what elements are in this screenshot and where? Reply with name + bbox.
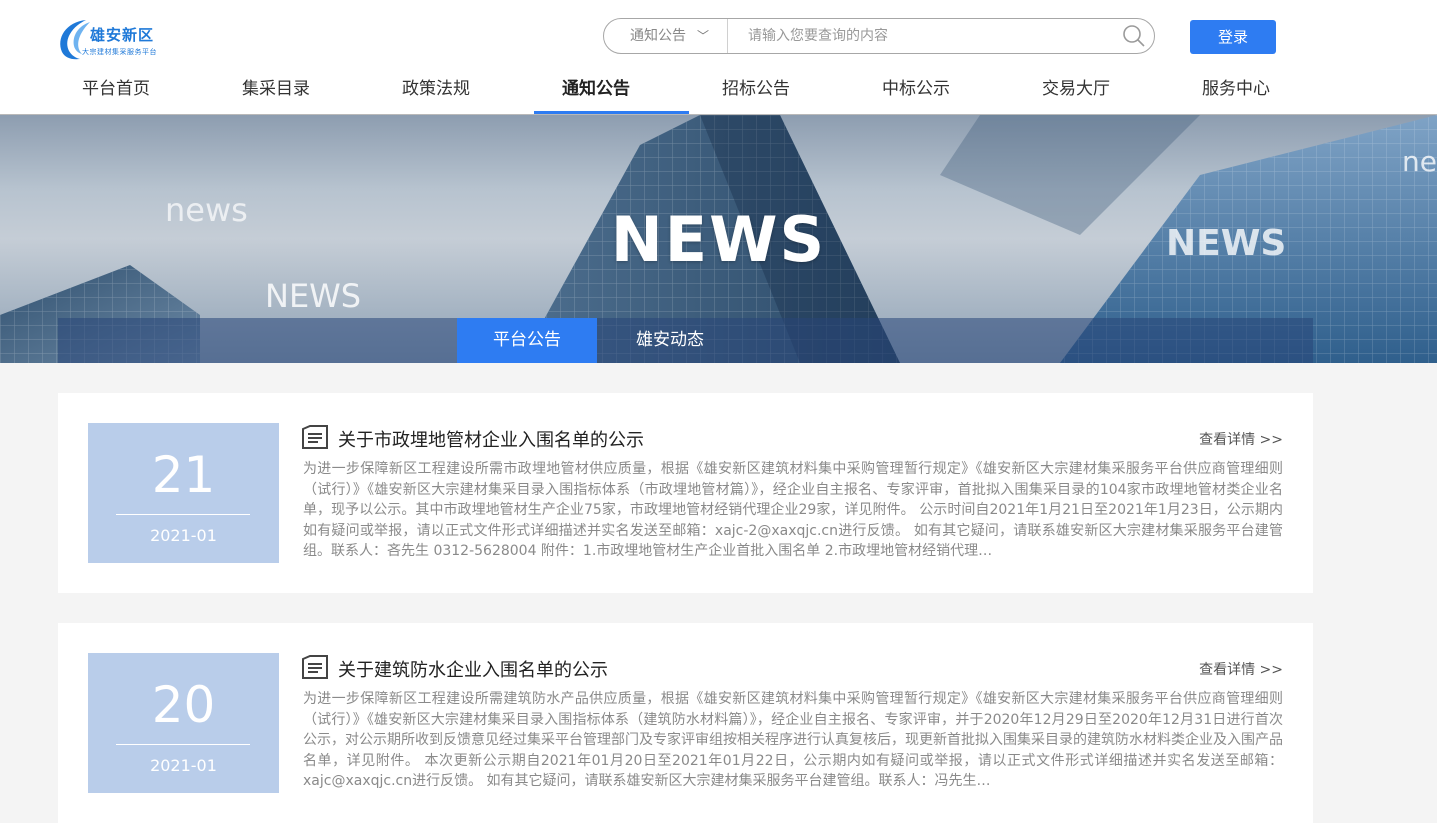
news-summary: 为进一步保障新区工程建设所需市政埋地管材供应质量，根据《雄安新区建筑材料集中采购… xyxy=(303,461,1283,559)
view-details-link[interactable]: 查看详情 >> xyxy=(1199,659,1283,679)
banner-decor-text: new xyxy=(1402,145,1437,178)
date-year-month: 2021-01 xyxy=(150,526,217,545)
news-banner: news NEWS NEWS new NEWS 平台公告 雄安动态 xyxy=(0,115,1437,363)
news-tab-bar: 平台公告 雄安动态 xyxy=(58,318,1313,363)
nav-item-awards[interactable]: 中标公示 xyxy=(836,68,996,114)
chevron-down-icon: ﹀ xyxy=(697,29,710,43)
date-badge: 21 2021-01 xyxy=(88,423,279,563)
nav-item-policy[interactable]: 政策法规 xyxy=(356,68,516,114)
news-summary: 为进一步保障新区工程建设所需建筑防水产品供应质量，根据《雄安新区建筑材料集中采购… xyxy=(303,691,1283,789)
date-day: 20 xyxy=(151,676,216,734)
date-year-month: 2021-01 xyxy=(150,756,217,775)
document-icon xyxy=(302,655,328,679)
search-category-select[interactable]: 通知公告 ﹀ xyxy=(604,19,728,53)
nav-item-tenders[interactable]: 招标公告 xyxy=(676,68,836,114)
main-nav: 平台首页 集采目录 政策法规 通知公告 招标公告 中标公示 交易大厅 服务中心 xyxy=(36,68,1316,114)
search-category-label: 通知公告 xyxy=(630,28,686,44)
nav-item-trading-hall[interactable]: 交易大厅 xyxy=(996,68,1156,114)
tab-platform-notices[interactable]: 平台公告 xyxy=(457,318,597,363)
news-title[interactable]: 关于市政埋地管材企业入围名单的公示 xyxy=(338,426,644,452)
logo-title: 雄安新区 xyxy=(90,26,155,44)
site-logo[interactable]: 雄安新区 大宗建材集采服务平台 xyxy=(56,14,176,64)
banner-title: NEWS xyxy=(610,203,827,276)
news-title[interactable]: 关于建筑防水企业入围名单的公示 xyxy=(338,656,608,682)
search-icon[interactable] xyxy=(1122,24,1146,48)
site-header: 雄安新区 大宗建材集采服务平台 通知公告 ﹀ 登录 平台首页 集采目录 政策法规… xyxy=(0,0,1437,115)
login-button[interactable]: 登录 xyxy=(1190,20,1276,54)
search-bar: 通知公告 ﹀ xyxy=(603,18,1155,54)
document-icon xyxy=(302,425,328,449)
banner-decor-text: NEWS xyxy=(265,277,362,315)
view-details-link[interactable]: 查看详情 >> xyxy=(1199,429,1283,449)
news-card[interactable]: 21 2021-01 关于市政埋地管材企业入围名单的公示 查看详情 >> 为进一… xyxy=(58,393,1313,593)
divider xyxy=(116,744,250,745)
nav-item-notices[interactable]: 通知公告 xyxy=(516,68,689,114)
nav-item-catalog[interactable]: 集采目录 xyxy=(196,68,356,114)
news-card[interactable]: 20 2021-01 关于建筑防水企业入围名单的公示 查看详情 >> 为进一步保… xyxy=(58,623,1313,823)
nav-item-service-center[interactable]: 服务中心 xyxy=(1156,68,1316,114)
nav-item-home[interactable]: 平台首页 xyxy=(36,68,196,114)
logo-subtitle: 大宗建材集采服务平台 xyxy=(82,48,157,56)
date-badge: 20 2021-01 xyxy=(88,653,279,793)
search-input[interactable] xyxy=(730,20,1110,52)
divider xyxy=(116,514,250,515)
tab-xiongan-news[interactable]: 雄安动态 xyxy=(600,318,740,363)
date-day: 21 xyxy=(151,446,216,504)
